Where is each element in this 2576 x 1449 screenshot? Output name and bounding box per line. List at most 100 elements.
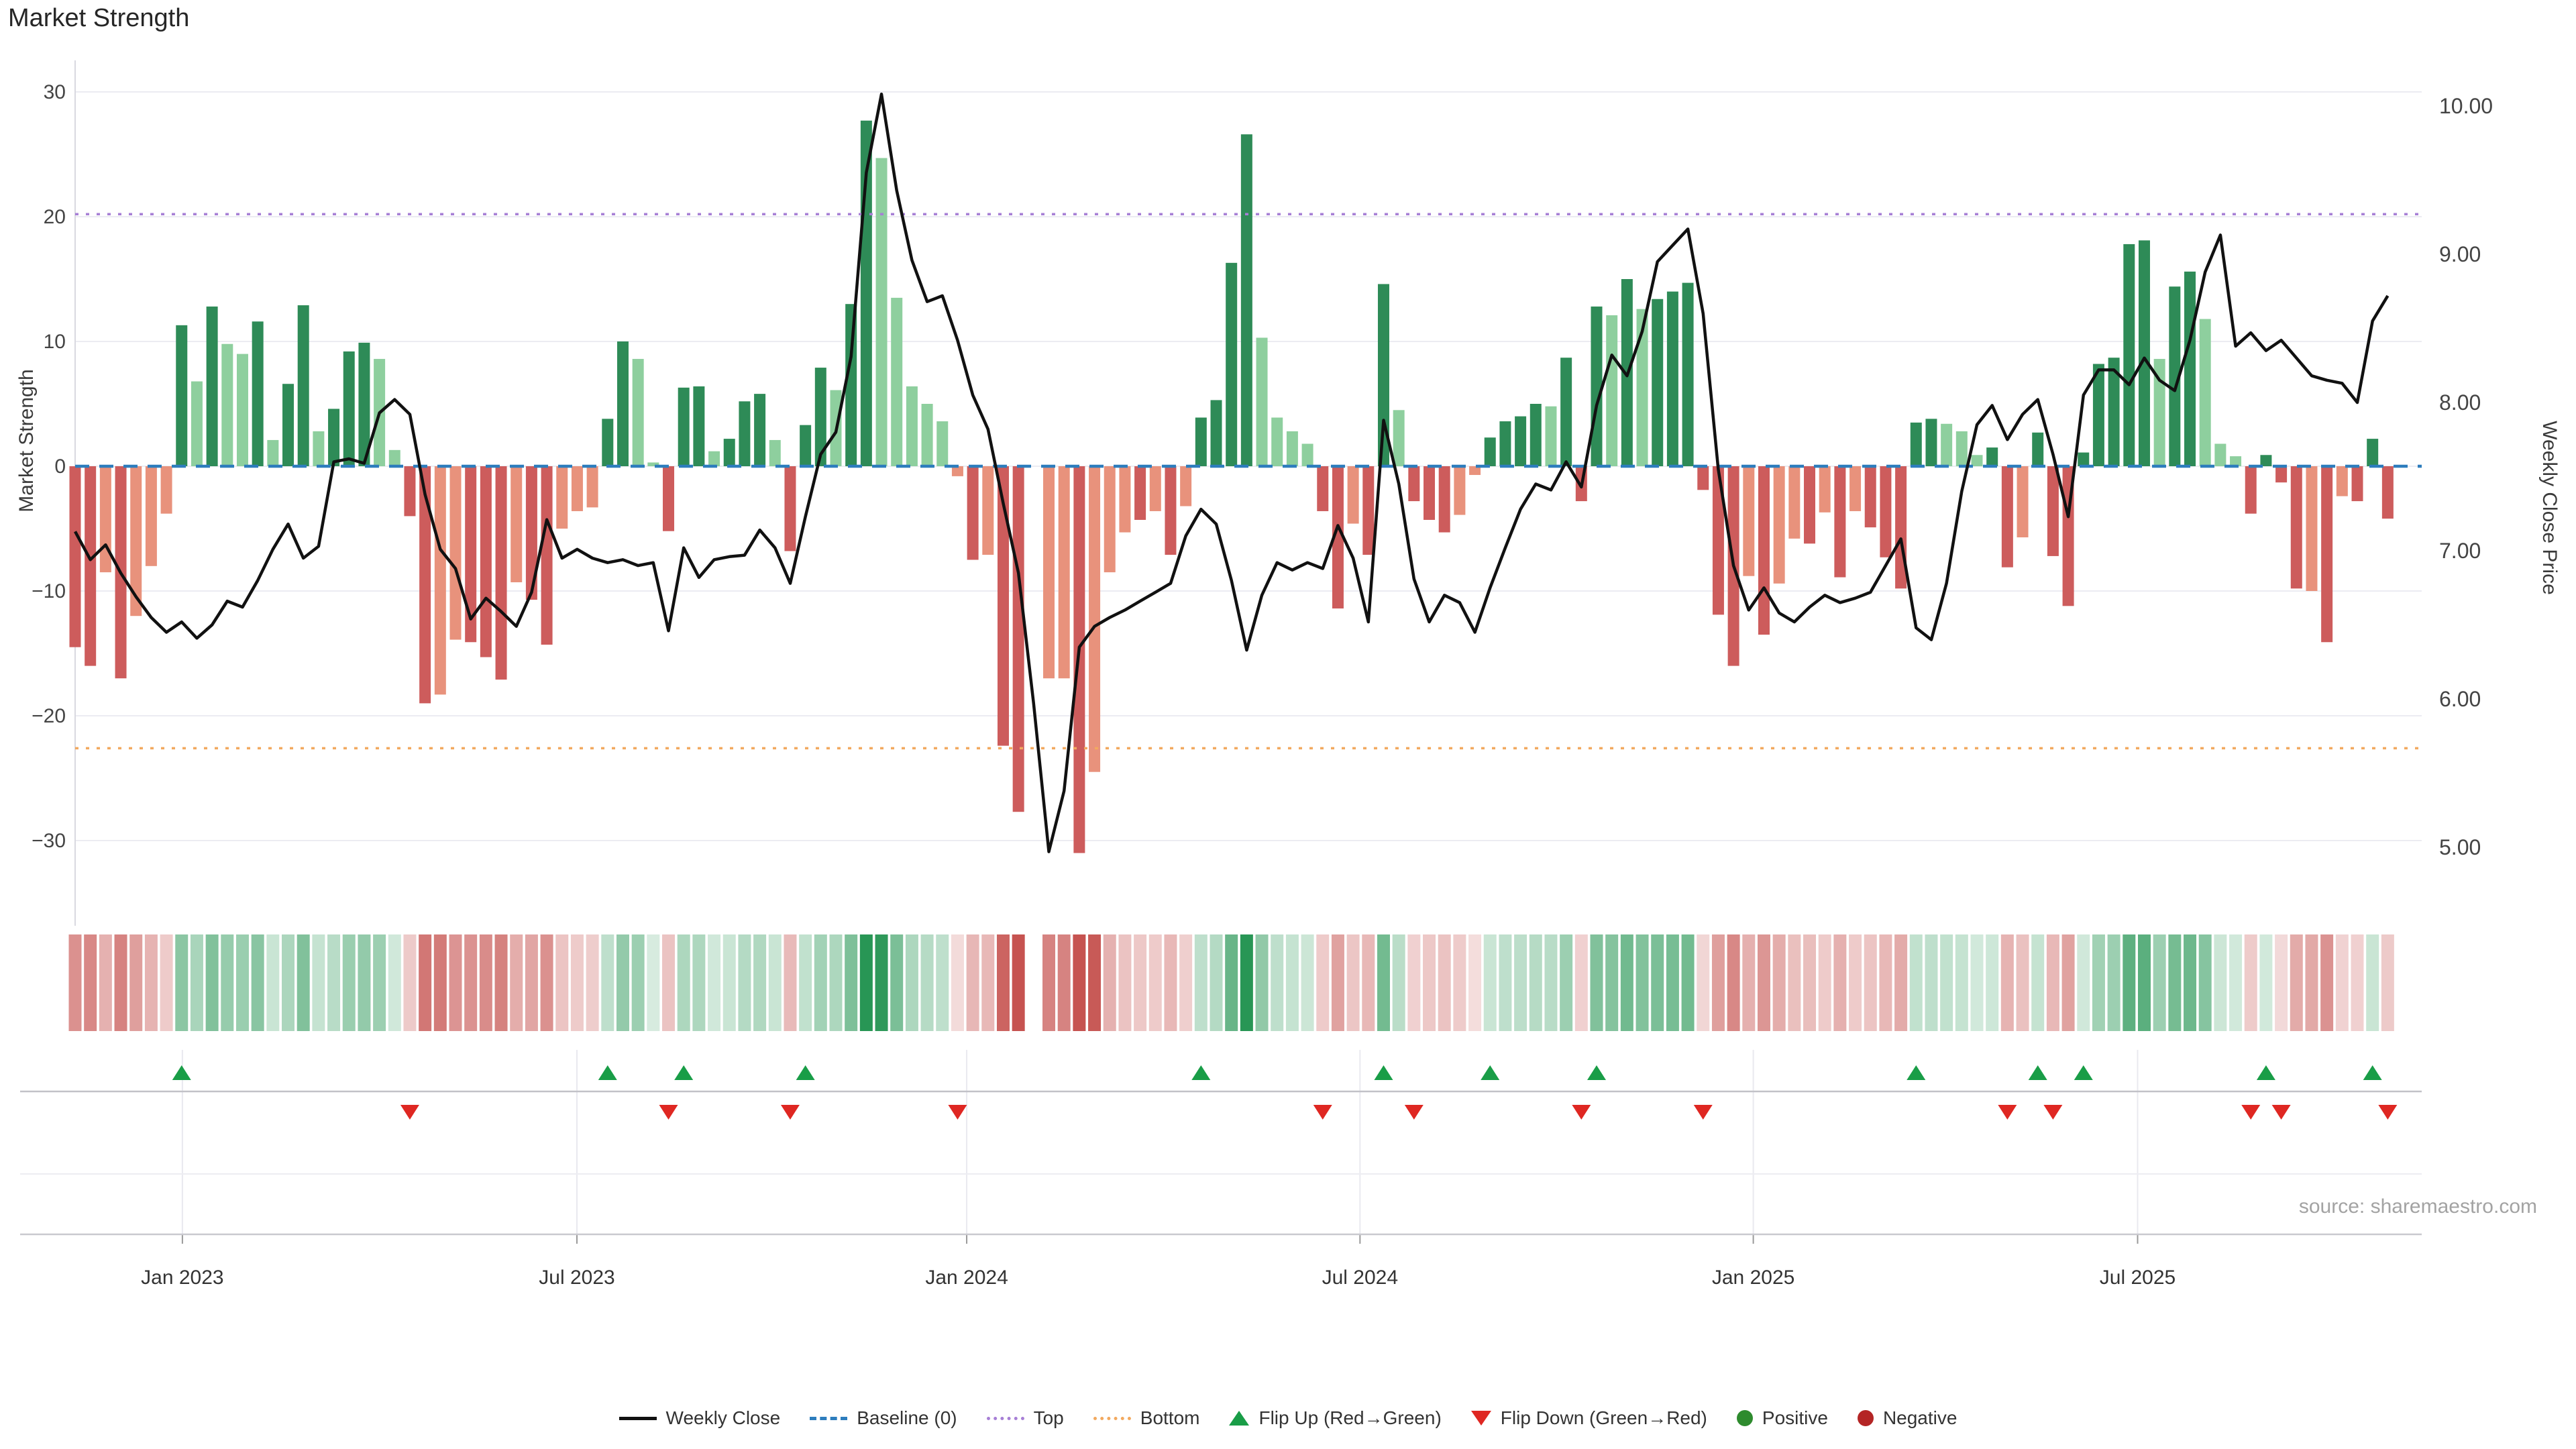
- heatmap-cell: [723, 934, 736, 1031]
- heatmap-cell: [2351, 934, 2364, 1031]
- flip-down-marker: [400, 1105, 419, 1120]
- legend-item-circle-red[interactable]: Negative: [1858, 1407, 1957, 1429]
- left-tick-label: 10: [44, 331, 66, 353]
- heatmap-cell: [2381, 934, 2394, 1031]
- strength-bar: [708, 451, 720, 466]
- heatmap-cell: [616, 934, 629, 1031]
- heatmap-cell: [1758, 934, 1770, 1031]
- heatmap-cell: [2138, 934, 2151, 1031]
- flip-up-marker: [1481, 1065, 1499, 1080]
- heatmap-cell: [2290, 934, 2303, 1031]
- heatmap-cell: [1773, 934, 1786, 1031]
- heatmap-cell: [2031, 934, 2044, 1031]
- strength-bar: [2275, 466, 2287, 482]
- heatmap-cell: [480, 934, 492, 1031]
- heatmap-cell: [1849, 934, 1862, 1031]
- legend-item-line[interactable]: Weekly Close: [619, 1407, 781, 1429]
- heatmap-cell: [2047, 934, 2059, 1031]
- heatmap-cell: [2123, 934, 2135, 1031]
- strength-bar: [404, 466, 415, 516]
- heatmap-cell: [2275, 934, 2288, 1031]
- flip-up-marker: [1587, 1065, 1606, 1080]
- legend-item-dash[interactable]: Baseline (0): [810, 1407, 957, 1429]
- heatmap-cell: [1301, 934, 1314, 1031]
- strength-bar: [1560, 358, 1572, 466]
- strength-bar: [1849, 466, 1861, 511]
- heatmap-cell: [2366, 934, 2379, 1031]
- legend-label: Positive: [1762, 1407, 1828, 1429]
- heatmap-cell: [2259, 934, 2272, 1031]
- strength-bar: [419, 466, 431, 703]
- strength-bar: [1180, 466, 1191, 506]
- strength-bar: [1059, 466, 1070, 678]
- circle-green-icon: [1737, 1410, 1753, 1426]
- heatmap-cell: [1940, 934, 1953, 1031]
- flip-up-marker: [2257, 1065, 2275, 1080]
- heatmap-cell: [662, 934, 675, 1031]
- strength-bar: [1880, 466, 1891, 557]
- strength-bar: [1652, 299, 1663, 466]
- strength-bar: [1362, 466, 1374, 555]
- strength-bar: [2291, 466, 2302, 588]
- legend-item-circle-green[interactable]: Positive: [1737, 1407, 1828, 1429]
- heatmap-cell: [206, 934, 219, 1031]
- heatmap-cell: [981, 934, 994, 1031]
- heatmap-cell: [1362, 934, 1375, 1031]
- legend-item-down-triangle[interactable]: Flip Down (Green→Red): [1471, 1407, 1707, 1429]
- legend-item-dot-purple[interactable]: Top: [987, 1407, 1064, 1429]
- heatmap-cell: [1377, 934, 1390, 1031]
- strength-bar: [1986, 447, 1998, 466]
- heatmap-cell: [1484, 934, 1497, 1031]
- strength-bar: [1925, 419, 1937, 466]
- chart-canvas: 3020100−10−20−3010.009.008.007.006.005.0…: [0, 0, 2576, 1449]
- heatmap-cell: [221, 934, 233, 1031]
- strength-bar: [1195, 417, 1207, 466]
- heatmap-cell: [282, 934, 294, 1031]
- strength-bar: [1758, 466, 1770, 635]
- legend-item-dot-orange[interactable]: Bottom: [1093, 1407, 1200, 1429]
- legend-item-up-triangle[interactable]: Flip Up (Red→Green): [1229, 1407, 1441, 1429]
- flip-down-marker: [1572, 1105, 1591, 1120]
- flip-down-marker: [1694, 1105, 1713, 1120]
- flip-up-marker: [2029, 1065, 2047, 1080]
- strength-bar: [572, 466, 583, 511]
- strength-bar: [769, 440, 781, 466]
- right-tick-label: 6.00: [2439, 687, 2481, 711]
- heatmap-cell: [1894, 934, 1907, 1031]
- heatmap-cell: [1149, 934, 1162, 1031]
- heatmap-cell: [1833, 934, 1846, 1031]
- left-tick-label: −20: [32, 705, 66, 727]
- heatmap-cell: [464, 934, 477, 1031]
- heatmap-cell: [784, 934, 796, 1031]
- heatmap-cell: [2062, 934, 2075, 1031]
- left-tick-label: 20: [44, 206, 66, 228]
- strength-bar: [100, 466, 111, 572]
- strength-bar: [2139, 240, 2150, 466]
- heatmap-cell: [1879, 934, 1892, 1031]
- strength-bar: [1104, 466, 1116, 572]
- heatmap-cell: [343, 934, 356, 1031]
- strength-bar: [176, 325, 187, 466]
- strength-bar: [922, 404, 933, 466]
- heatmap-cell: [69, 934, 82, 1031]
- source-attribution: source: sharemaestro.com: [2299, 1195, 2537, 1218]
- heatmap-cell: [875, 934, 888, 1031]
- heatmap-cell: [1407, 934, 1420, 1031]
- heatmap-cell: [1195, 934, 1208, 1031]
- heatmap-cell: [753, 934, 766, 1031]
- strength-bar: [1211, 400, 1222, 466]
- strength-bar: [1804, 466, 1815, 543]
- heatmap-cell: [1544, 934, 1557, 1031]
- strength-bar: [617, 341, 629, 466]
- strength-bar: [739, 401, 750, 466]
- heatmap-cell: [1286, 934, 1299, 1031]
- strength-bar: [1606, 315, 1617, 466]
- heatmap-cell: [860, 934, 873, 1031]
- strength-bar: [267, 440, 278, 466]
- heatmap-cell: [1225, 934, 1238, 1031]
- strength-bar: [906, 386, 918, 466]
- strength-bar: [70, 466, 81, 647]
- flip-up-marker: [172, 1065, 191, 1080]
- x-tick-label: Jan 2023: [141, 1267, 223, 1289]
- flip-down-marker: [2241, 1105, 2260, 1120]
